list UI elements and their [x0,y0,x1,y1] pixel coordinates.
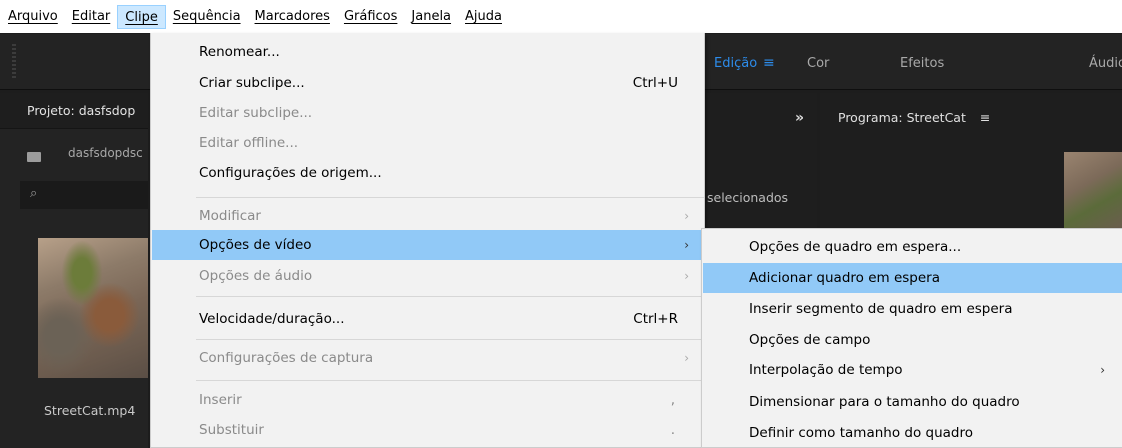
menu-item-editar-subclipe[interactable]: Editar subclipe... [152,98,703,128]
hamburger-icon[interactable]: ≡ [763,55,775,71]
menu-janela[interactable]: Janela [404,5,458,29]
menu-item-renomear[interactable]: Renomear... [152,37,703,67]
search-icon: ⌕ [30,186,38,201]
menu-item-configuracoes-captura[interactable]: Configurações de captura › [152,343,703,373]
panel-overflow-button[interactable]: » [795,110,804,126]
menu-item-opcoes-video[interactable]: Opções de vídeo › [152,230,703,260]
menu-item-label: Configurações de captura [199,350,374,366]
menu-item-shortcut: , [670,392,675,408]
menubar: Arquivo Editar Clipe Sequência Marcadore… [0,0,1122,33]
workspace-tab-edicao[interactable]: Edição [714,56,757,71]
menu-item-label: Substituir [199,422,264,438]
menu-separator [196,296,704,297]
menu-separator [196,339,704,340]
menu-graficos[interactable]: Gráficos [337,5,404,29]
project-search-input[interactable] [20,181,148,209]
menu-item-label: Renomear... [199,44,280,60]
menu-sequencia[interactable]: Sequência [166,5,248,29]
submenu-item-opcoes-campo[interactable]: Opções de campo [703,325,1122,355]
menu-item-label: Editar offline... [199,135,299,151]
menu-item-inserir[interactable]: Inserir , [152,385,703,415]
menu-clipe[interactable]: Clipe [117,4,166,29]
menu-editar[interactable]: Editar [65,5,118,29]
chevron-right-icon: › [684,351,689,365]
menu-item-label: Criar subclipe... [199,75,305,91]
menu-item-label: Interpolação de tempo [749,362,903,378]
menu-item-shortcut: . [670,422,675,438]
folder-icon [27,152,41,162]
clip-name: StreetCat.mp4 [44,403,136,418]
menu-item-label: Inserir segmento de quadro em espera [749,301,1013,317]
menu-item-label: Opções de áudio [199,268,313,284]
menu-item-label: Dimensionar para o tamanho do quadro [749,394,1020,410]
menu-item-label: Opções de quadro em espera... [749,239,962,255]
menu-item-label: Adicionar quadro em espera [749,270,940,286]
program-preview-image [1064,152,1122,230]
hamburger-icon[interactable]: ≡ [980,110,990,125]
menu-item-editar-offline[interactable]: Editar offline... [152,128,703,158]
menu-item-configuracoes-origem[interactable]: Configurações de origem... [152,158,703,188]
menu-item-label: Velocidade/duração... [199,311,345,327]
menu-marcadores[interactable]: Marcadores [248,5,337,29]
submenu-item-opcoes-quadro-espera[interactable]: Opções de quadro em espera... [703,232,1122,262]
workspace-tab-cor[interactable]: Cor [807,56,829,71]
selection-status-text: selecionados [707,190,789,205]
menu-item-label: Editar subclipe... [199,105,313,121]
submenu-item-inserir-segmento[interactable]: Inserir segmento de quadro em espera [703,294,1122,324]
menu-item-velocidade-duracao[interactable]: Velocidade/duração... Ctrl+R [152,304,703,334]
chevron-right-icon: › [1100,363,1105,377]
menu-item-criar-subclipe[interactable]: Criar subclipe... Ctrl+U [152,68,703,98]
clip-thumbnail[interactable] [38,238,148,378]
menu-separator [196,380,704,381]
submenu-item-adicionar-quadro-espera[interactable]: Adicionar quadro em espera [703,263,1122,293]
project-panel-title: Projeto: dasfsdop [27,103,136,118]
menu-item-label: Definir como tamanho do quadro [749,425,973,441]
menu-separator [196,197,704,198]
video-options-submenu: Opções de quadro em espera... Adicionar … [701,228,1122,448]
project-panel-header[interactable]: Projeto: dasfsdop [0,93,148,129]
clip-menu-dropdown: Renomear... Criar subclipe... Ctrl+U Edi… [150,33,705,448]
submenu-item-interpolacao-tempo[interactable]: Interpolação de tempo › [703,355,1122,385]
menu-arquivo[interactable]: Arquivo [1,5,65,29]
menu-item-modificar[interactable]: Modificar › [152,201,703,231]
menu-item-substituir[interactable]: Substituir . [152,415,703,445]
chevron-right-icon: › [684,209,689,223]
workspace-tab-audio[interactable]: Áudio [1089,56,1122,71]
submenu-item-definir-tamanho[interactable]: Definir como tamanho do quadro [703,418,1122,448]
menu-item-shortcut: Ctrl+U [632,75,678,91]
program-panel-header[interactable]: Programa: StreetCat ≡ [838,110,990,125]
menu-item-label: Modificar [199,208,261,224]
menu-item-label: Opções de campo [749,332,871,348]
menu-item-label: Inserir [199,392,242,408]
chevron-right-icon: › [684,269,689,283]
drag-grip-icon[interactable] [12,44,16,78]
menu-item-label: Opções de vídeo [199,237,312,253]
chevron-right-icon: › [684,238,689,252]
workspace-tab-efeitos[interactable]: Efeitos [900,56,944,71]
menu-item-label: Configurações de origem... [199,165,382,181]
menu-item-opcoes-audio[interactable]: Opções de áudio › [152,261,703,291]
menu-item-shortcut: Ctrl+R [633,311,678,327]
project-folder-label: dasfsdopdsc [68,146,143,160]
menu-ajuda[interactable]: Ajuda [458,5,509,29]
submenu-item-dimensionar-tamanho[interactable]: Dimensionar para o tamanho do quadro [703,387,1122,417]
program-panel-title: Programa: StreetCat [838,110,966,125]
